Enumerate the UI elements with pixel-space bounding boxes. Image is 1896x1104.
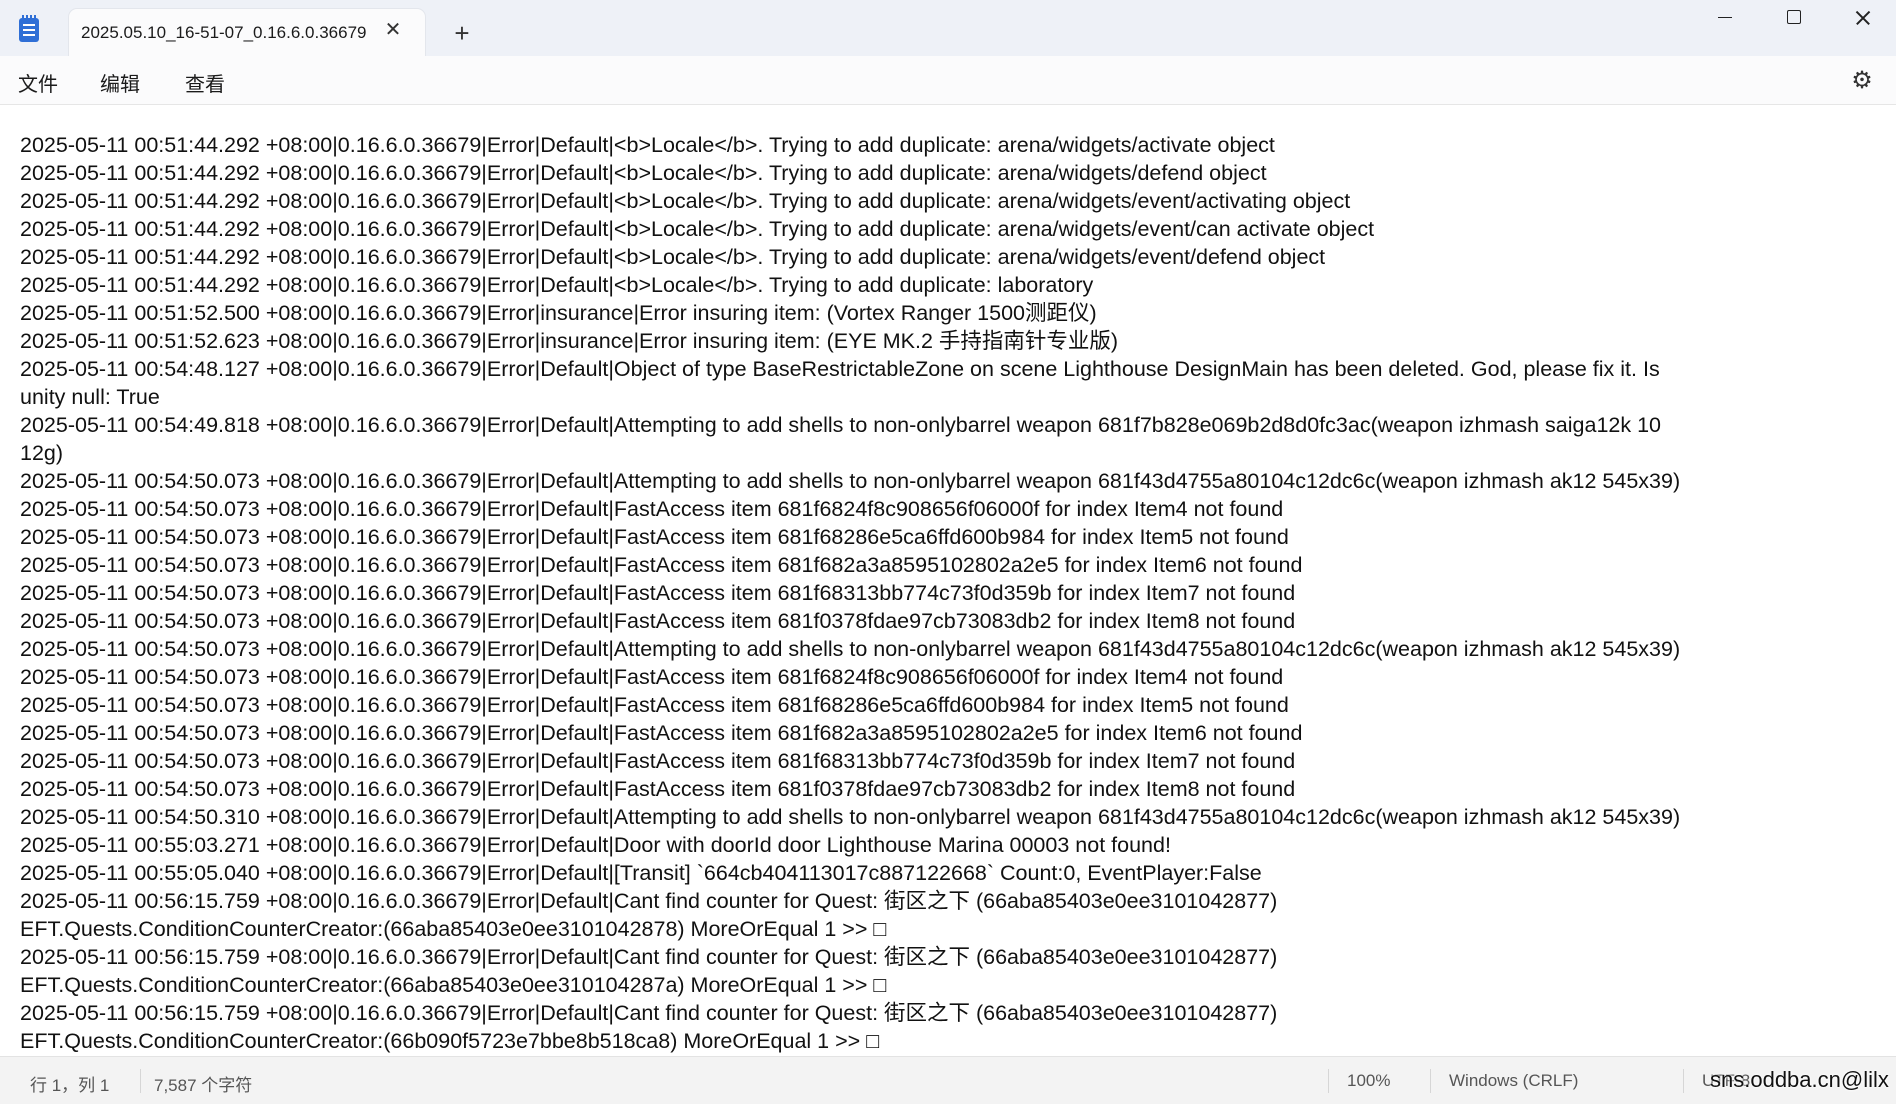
- text-line: 2025-05-11 00:51:44.292 +08:00|0.16.6.0.…: [20, 245, 1326, 269]
- text-line: 2025-05-11 00:56:15.759 +08:00|0.16.6.0.…: [20, 889, 1278, 913]
- title-bar: 2025.05.10_16-51-07_0.16.6.0.36679 ✕ +: [0, 0, 1896, 56]
- text-line: 2025-05-11 00:51:52.623 +08:00|0.16.6.0.…: [20, 329, 1119, 353]
- text-line: 2025-05-11 00:54:50.073 +08:00|0.16.6.0.…: [20, 525, 1289, 549]
- text-line: 2025-05-11 00:54:50.073 +08:00|0.16.6.0.…: [20, 777, 1296, 801]
- text-line: EFT.Quests.ConditionCounterCreator:(66ab…: [20, 917, 887, 941]
- text-line: 2025-05-11 00:51:44.292 +08:00|0.16.6.0.…: [20, 133, 1275, 157]
- menu-bar: 文件 编辑 查看 ⚙: [0, 56, 1896, 105]
- text-line: 2025-05-11 00:54:49.818 +08:00|0.16.6.0.…: [20, 413, 1661, 437]
- text-line: 2025-05-11 00:51:52.500 +08:00|0.16.6.0.…: [20, 301, 1097, 325]
- character-count: 7,587 个字符: [154, 1076, 253, 1095]
- close-tab-icon[interactable]: ✕: [381, 18, 405, 42]
- text-line: 2025-05-11 00:54:50.073 +08:00|0.16.6.0.…: [20, 637, 1681, 661]
- text-line: 2025-05-11 00:54:50.073 +08:00|0.16.6.0.…: [20, 749, 1296, 773]
- text-line: 2025-05-11 00:54:50.310 +08:00|0.16.6.0.…: [20, 805, 1681, 829]
- tab-title: 2025.05.10_16-51-07_0.16.6.0.36679: [81, 23, 367, 42]
- text-line: 2025-05-11 00:54:50.073 +08:00|0.16.6.0.…: [20, 665, 1284, 689]
- notepad-icon: [19, 15, 39, 42]
- menu-file[interactable]: 文件: [14, 68, 62, 97]
- minimize-button[interactable]: [1690, 0, 1760, 34]
- text-line: 2025-05-11 00:54:50.073 +08:00|0.16.6.0.…: [20, 721, 1303, 745]
- text-line: 2025-05-11 00:54:50.073 +08:00|0.16.6.0.…: [20, 693, 1289, 717]
- settings-gear-icon[interactable]: ⚙: [1849, 68, 1875, 94]
- tab-active-file[interactable]: 2025.05.10_16-51-07_0.16.6.0.36679 ✕: [69, 9, 425, 56]
- text-line: 2025-05-11 00:55:03.271 +08:00|0.16.6.0.…: [20, 833, 1171, 857]
- text-line: unity null: True: [20, 385, 160, 409]
- maximize-button[interactable]: [1759, 0, 1829, 34]
- text-line: 2025-05-11 00:54:50.073 +08:00|0.16.6.0.…: [20, 553, 1303, 577]
- cursor-position: 行 1，列 1: [30, 1076, 110, 1095]
- text-line: 2025-05-11 00:54:48.127 +08:00|0.16.6.0.…: [20, 357, 1660, 381]
- text-content[interactable]: 2025-05-11 00:51:44.292 +08:00|0.16.6.0.…: [20, 131, 1880, 1055]
- status-divider: [1683, 1069, 1684, 1093]
- watermark-text: sns.oddba.cn@lilx: [1710, 1067, 1889, 1092]
- text-line: 2025-05-11 00:51:44.292 +08:00|0.16.6.0.…: [20, 217, 1375, 241]
- text-line: 2025-05-11 00:56:15.759 +08:00|0.16.6.0.…: [20, 945, 1278, 969]
- text-line: 2025-05-11 00:55:05.040 +08:00|0.16.6.0.…: [20, 861, 1262, 885]
- line-ending[interactable]: Windows (CRLF): [1449, 1071, 1578, 1091]
- menu-edit[interactable]: 编辑: [96, 68, 144, 97]
- close-window-button[interactable]: [1828, 0, 1896, 34]
- status-divider: [1430, 1069, 1431, 1093]
- text-line: 2025-05-11 00:54:50.073 +08:00|0.16.6.0.…: [20, 469, 1681, 493]
- text-line: 2025-05-11 00:54:50.073 +08:00|0.16.6.0.…: [20, 609, 1296, 633]
- text-line: 12g): [20, 441, 64, 465]
- status-bar: 行 1，列 1 7,587 个字符 100% Windows (CRLF) UT…: [0, 1056, 1896, 1104]
- text-line: 2025-05-11 00:51:44.292 +08:00|0.16.6.0.…: [20, 189, 1351, 213]
- text-line: 2025-05-11 00:56:15.759 +08:00|0.16.6.0.…: [20, 1001, 1278, 1025]
- zoom-level[interactable]: 100%: [1347, 1071, 1390, 1091]
- text-line: 2025-05-11 00:54:50.073 +08:00|0.16.6.0.…: [20, 497, 1284, 521]
- new-tab-button[interactable]: +: [447, 18, 477, 48]
- menu-view[interactable]: 查看: [181, 68, 229, 97]
- text-line: EFT.Quests.ConditionCounterCreator:(66b0…: [20, 1029, 880, 1053]
- text-line: 2025-05-11 00:51:44.292 +08:00|0.16.6.0.…: [20, 273, 1094, 297]
- text-editor[interactable]: 2025-05-11 00:51:44.292 +08:00|0.16.6.0.…: [0, 105, 1896, 1056]
- status-divider: [140, 1069, 141, 1093]
- text-line: 2025-05-11 00:54:50.073 +08:00|0.16.6.0.…: [20, 581, 1296, 605]
- status-divider: [1328, 1069, 1329, 1093]
- text-line: EFT.Quests.ConditionCounterCreator:(66ab…: [20, 973, 887, 997]
- text-line: 2025-05-11 00:51:44.292 +08:00|0.16.6.0.…: [20, 161, 1267, 185]
